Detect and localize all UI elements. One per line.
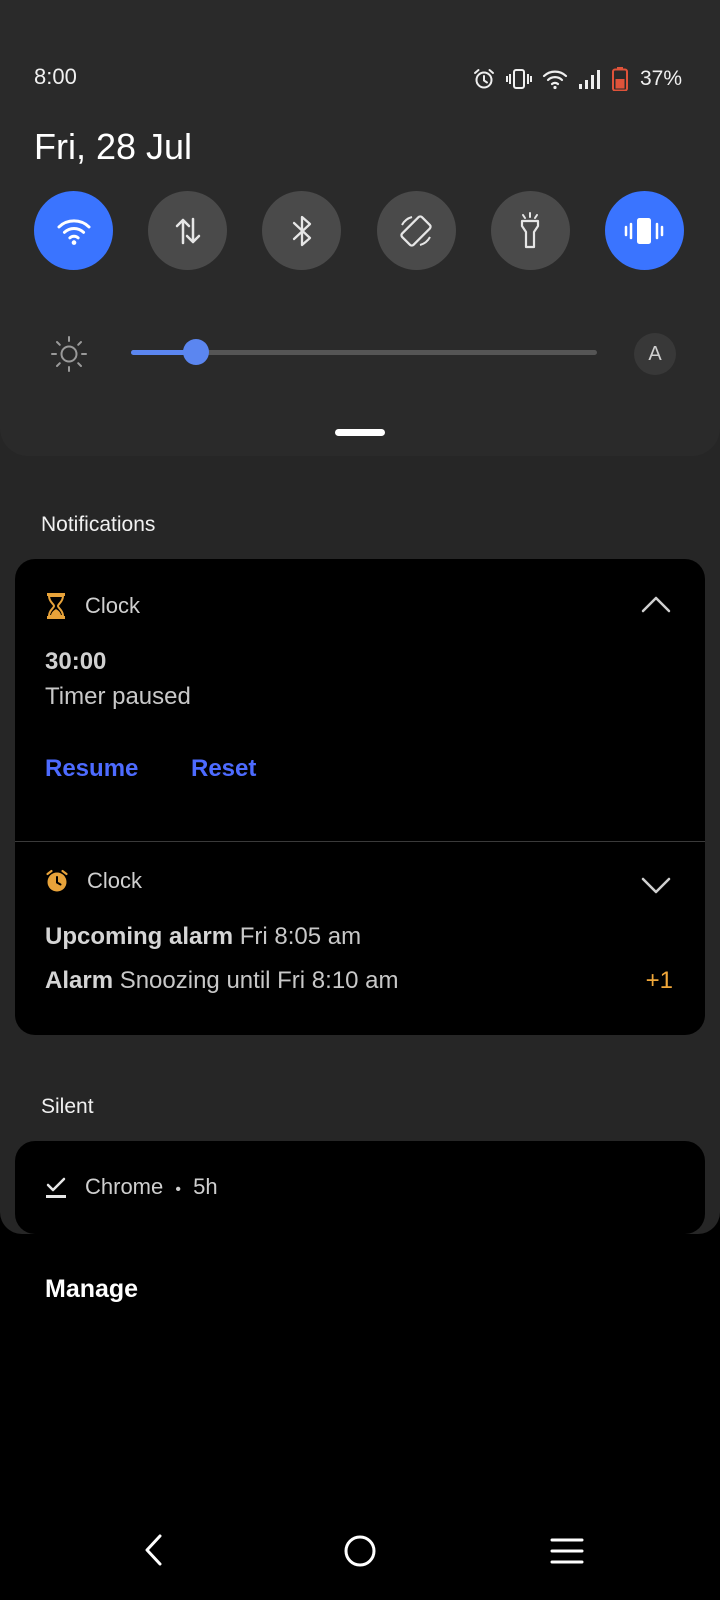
brightness-icon [51,336,87,372]
upcoming-alarm-line: Upcoming alarm Fri 8:05 am [45,923,361,951]
chrome-notification-meta: Chrome • 5h [85,1174,218,1200]
status-icons: 37% [472,64,682,94]
auto-rotate-tile[interactable] [376,191,456,270]
notifications-heading: Notifications [41,513,156,536]
wifi-icon [542,70,568,90]
bluetooth-tile[interactable] [262,191,342,270]
recents-icon[interactable] [550,1536,584,1566]
vibrate-tile[interactable] [604,191,684,270]
chrome-notification-card[interactable]: Chrome • 5h [15,1141,705,1234]
manage-button[interactable]: Manage [45,1275,138,1304]
mobile-data-tile[interactable] [148,191,228,270]
timer-notification-header: Clock [45,592,140,620]
rotate-icon [400,214,432,247]
battery-icon [611,67,628,91]
home-icon[interactable] [342,1533,378,1569]
back-icon[interactable] [140,1532,170,1568]
signal-icon [578,70,600,89]
flashlight-icon [521,211,540,248]
wifi-icon [57,219,90,245]
alarm-icon [473,69,494,89]
quick-tiles [34,191,684,270]
vibrate-icon [505,69,532,89]
silent-heading: Silent [41,1095,94,1118]
hourglass-icon [47,593,65,619]
navigation-bar [0,1520,720,1600]
upcoming-alarm-label: Upcoming alarm [45,923,234,950]
expand-handle[interactable] [335,429,385,436]
chrome-notification-time: 5h [193,1174,218,1199]
chrome-app-name: Chrome [85,1174,164,1199]
wifi-tile[interactable] [34,191,113,270]
alarm-notification-header: Clock [45,868,142,894]
flashlight-tile[interactable] [490,191,570,270]
auto-brightness-button[interactable]: A [634,333,676,375]
upcoming-alarm-text: Fri 8:05 am [239,923,362,950]
alarm-clock-icon [46,869,68,892]
bluetooth-icon [292,215,312,246]
snooze-alarm-line: Alarm Snoozing until Fri 8:10 am [45,967,399,995]
notification-divider [15,841,705,842]
timer-app-name: Clock [85,593,141,618]
snooze-alarm-label: Alarm [45,967,114,994]
timer-status: Timer paused [45,683,191,710]
date-label: Fri, 28 Jul [34,126,193,167]
status-time: 8:00 [34,64,77,89]
reset-button[interactable]: Reset [191,755,256,783]
clock-notification-card[interactable]: Clock 30:00 Timer paused Resume Reset Cl… [15,559,705,1035]
resume-button[interactable]: Resume [45,755,138,783]
snooze-alarm-text: Snoozing until Fri 8:10 am [119,967,399,994]
timer-value: 30:00 [45,648,107,675]
download-done-icon [46,1177,66,1198]
meta-separator: • [175,1181,181,1198]
alarm-app-name: Clock [87,868,143,893]
chevron-down-icon[interactable] [641,877,671,895]
data-arrows-icon [175,217,200,244]
more-count-badge: +1 [645,967,673,994]
battery-percentage: 37% [639,67,682,90]
brightness-slider[interactable] [131,339,597,365]
vibrate-icon [625,217,664,244]
chevron-up-icon[interactable] [641,595,671,613]
chrome-notification-header: Chrome • 5h [45,1174,218,1200]
